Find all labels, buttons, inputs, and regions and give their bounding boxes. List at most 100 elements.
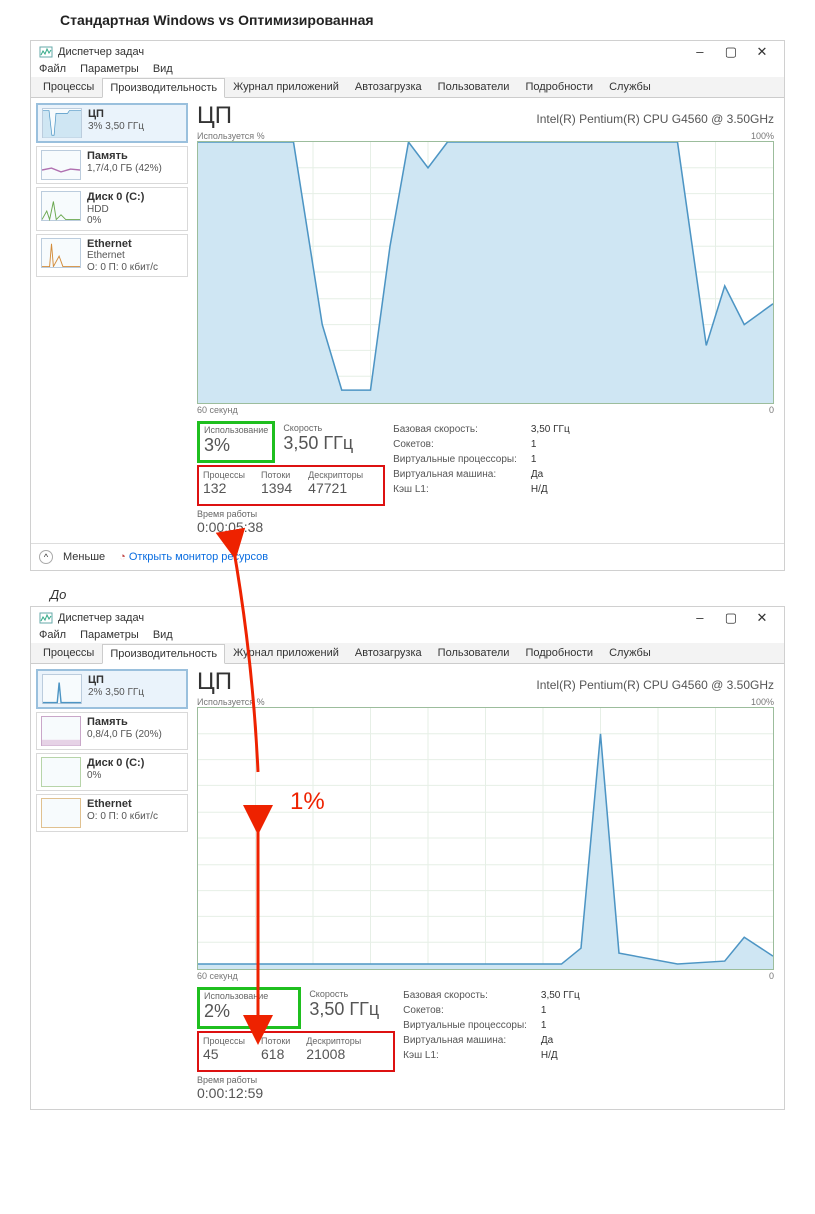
open-resource-monitor-link[interactable]: Открыть монитор ресурсов	[129, 551, 268, 563]
menu-file[interactable]: Файл	[39, 629, 66, 641]
titlebar: Диспетчер задач – ▢ ✕	[31, 41, 784, 60]
tab-performance[interactable]: Производительность	[102, 78, 225, 98]
sidebar-mem-sub: 0,8/4,0 ГБ (20%)	[87, 729, 162, 741]
sidebar-item-memory[interactable]: Память1,7/4,0 ГБ (42%)	[36, 146, 188, 184]
threads-value: 1394	[261, 480, 292, 496]
main-panel: ЦП Intel(R) Pentium(R) CPU G4560 @ 3.50G…	[193, 98, 784, 543]
taskmgr-icon	[39, 611, 53, 625]
cpu-details: Базовая скорость:3,50 ГГц Сокетов:1 Вирт…	[391, 421, 584, 535]
detail-label: Виртуальные процессоры:	[393, 453, 529, 466]
sidebar-item-ethernet[interactable]: EthernetО: 0 П: 0 кбит/с	[36, 794, 188, 832]
threads-value: 618	[261, 1046, 290, 1062]
sidebar-mem-sub: 1,7/4,0 ГБ (42%)	[87, 163, 162, 175]
close-button[interactable]: ✕	[748, 44, 776, 60]
sidebar-disk-sub: HDD	[87, 204, 144, 216]
sidebar-item-disk[interactable]: Диск 0 (C:)HDD0%	[36, 187, 188, 231]
uptime-label: Время работы	[197, 509, 385, 519]
detail-value: 3,50 ГГц	[541, 989, 592, 1002]
sidebar-cpu-name: ЦП	[88, 674, 144, 687]
tab-startup[interactable]: Автозагрузка	[347, 77, 430, 97]
detail-label: Базовая скорость:	[393, 423, 529, 436]
sidebar-disk-name: Диск 0 (C:)	[87, 757, 144, 770]
sidebar-item-disk[interactable]: Диск 0 (C:)0%	[36, 753, 188, 791]
sidebar-mem-name: Память	[87, 150, 162, 163]
handles-label: Дескрипторы	[308, 470, 363, 480]
sidebar-disk-sub: 0%	[87, 770, 144, 782]
page-title: Стандартная Windows vs Оптимизированная	[0, 0, 815, 40]
maximize-button[interactable]: ▢	[717, 44, 745, 60]
chart-ylabel: Используется %	[197, 697, 265, 707]
sidebar-eth-name: Ethernet	[87, 238, 158, 251]
proc-label: Процессы	[203, 1036, 245, 1046]
menubar: Файл Параметры Вид	[31, 626, 784, 643]
chevron-up-icon[interactable]: ^	[39, 550, 53, 564]
uptime-value: 0:00:05:38	[197, 519, 385, 535]
tab-startup[interactable]: Автозагрузка	[347, 643, 430, 663]
tab-users[interactable]: Пользователи	[430, 643, 518, 663]
tab-details[interactable]: Подробности	[517, 643, 601, 663]
sidebar-cpu-sub: 2% 3,50 ГГц	[88, 687, 144, 699]
arrow-label: 1%	[290, 788, 325, 816]
sidebar-eth-name: Ethernet	[87, 798, 158, 811]
main-panel: ЦП Intel(R) Pentium(R) CPU G4560 @ 3.50G…	[193, 664, 784, 1109]
tab-details[interactable]: Подробности	[517, 77, 601, 97]
chart-xmax: 0	[769, 405, 774, 415]
menu-view[interactable]: Вид	[153, 63, 173, 75]
taskmgr-icon	[39, 45, 53, 59]
cpu-usage-chart[interactable]	[197, 141, 774, 404]
detail-label: Виртуальная машина:	[393, 468, 529, 481]
sidebar-mem-name: Память	[87, 716, 162, 729]
sidebar-item-ethernet[interactable]: EthernetEthernetО: 0 П: 0 кбит/с	[36, 234, 188, 278]
chart-xlabel: 60 секунд	[197, 971, 238, 981]
detail-label: Кэш L1:	[403, 1049, 539, 1062]
detail-value: 1	[531, 453, 582, 466]
handles-value: 21008	[306, 1046, 361, 1062]
sidebar: ЦП3% 3,50 ГГц Память1,7/4,0 ГБ (42%) Дис…	[31, 98, 193, 543]
sidebar-item-memory[interactable]: Память0,8/4,0 ГБ (20%)	[36, 712, 188, 750]
chart-ylabel: Используется %	[197, 131, 265, 141]
cpu-title: ЦП	[197, 102, 232, 130]
fewer-details-button[interactable]: Меньше	[63, 551, 105, 563]
sidebar-item-cpu[interactable]: ЦП2% 3,50 ГГц	[36, 669, 188, 709]
sidebar-disk-name: Диск 0 (C:)	[87, 191, 144, 204]
cpu-details: Базовая скорость:3,50 ГГц Сокетов:1 Вирт…	[401, 987, 594, 1101]
detail-value: Н/Д	[541, 1049, 592, 1062]
tab-app-history[interactable]: Журнал приложений	[225, 643, 347, 663]
proc-highlight: Процессы45 Потоки618 Дескрипторы21008	[197, 1031, 395, 1072]
detail-value: 1	[531, 438, 582, 451]
close-button[interactable]: ✕	[748, 610, 776, 626]
tab-users[interactable]: Пользователи	[430, 77, 518, 97]
speed-label: Скорость	[283, 423, 353, 433]
minimize-button[interactable]: –	[686, 44, 714, 59]
menu-file[interactable]: Файл	[39, 63, 66, 75]
sidebar-eth-sub: Ethernet	[87, 250, 158, 262]
task-manager-window-bottom: Диспетчер задач – ▢ ✕ Файл Параметры Вид…	[30, 606, 785, 1110]
tab-app-history[interactable]: Журнал приложений	[225, 77, 347, 97]
sidebar-eth-sub: О: 0 П: 0 кбит/с	[87, 811, 158, 823]
proc-label: Процессы	[203, 470, 245, 480]
window-title: Диспетчер задач	[58, 612, 144, 624]
cpu-usage-chart[interactable]	[197, 707, 774, 970]
sidebar-item-cpu[interactable]: ЦП3% 3,50 ГГц	[36, 103, 188, 143]
detail-label: Виртуальные процессоры:	[403, 1019, 539, 1032]
detail-value: Да	[531, 468, 582, 481]
proc-value: 45	[203, 1046, 245, 1062]
minimize-button[interactable]: –	[686, 610, 714, 625]
task-manager-window-top: Диспетчер задач – ▢ ✕ Файл Параметры Вид…	[30, 40, 785, 571]
tab-processes[interactable]: Процессы	[35, 77, 102, 97]
menu-options[interactable]: Параметры	[80, 63, 139, 75]
speed-value: 3,50 ГГц	[283, 433, 353, 454]
tab-services[interactable]: Службы	[601, 643, 659, 663]
tab-performance[interactable]: Производительность	[102, 644, 225, 664]
usage-label: Использование	[204, 425, 268, 435]
menu-options[interactable]: Параметры	[80, 629, 139, 641]
detail-label: Базовая скорость:	[403, 989, 539, 1002]
tab-services[interactable]: Службы	[601, 77, 659, 97]
tabs: Процессы Производительность Журнал прило…	[31, 77, 784, 98]
tab-processes[interactable]: Процессы	[35, 643, 102, 663]
maximize-button[interactable]: ▢	[717, 610, 745, 626]
detail-value: 1	[541, 1019, 592, 1032]
menu-view[interactable]: Вид	[153, 629, 173, 641]
cpu-model: Intel(R) Pentium(R) CPU G4560 @ 3.50GHz	[536, 112, 774, 126]
detail-label: Сокетов:	[403, 1004, 539, 1017]
